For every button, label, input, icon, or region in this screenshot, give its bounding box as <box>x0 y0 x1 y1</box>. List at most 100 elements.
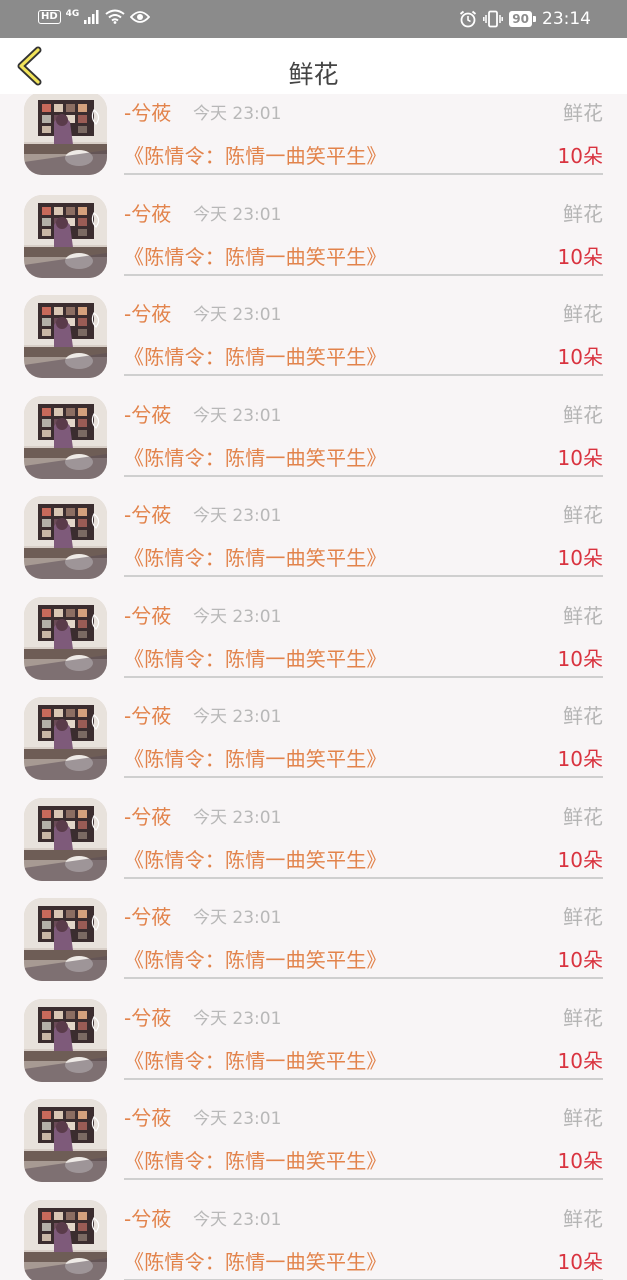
record-time: 今天 23:01 <box>193 1109 282 1129</box>
gift-type: 鲜花 <box>563 704 603 728</box>
gift-count: 10朵 <box>557 1048 603 1073</box>
row-divider <box>124 977 603 979</box>
list-item[interactable]: -兮莜 今天 23:01 鲜花 《陈情令：陈情一曲笑平生》 10朵 <box>0 194 627 296</box>
gift-count: 10朵 <box>557 445 603 470</box>
list-item[interactable]: -兮莜 今天 23:01 鲜花 《陈情令：陈情一曲笑平生》 10朵 <box>0 1099 627 1200</box>
flower-record-list[interactable]: -兮莜 今天 23:01 鲜花 《陈情令：陈情一曲笑平生》 10朵 -兮莜 今天 23:01… <box>0 94 627 1280</box>
avatar-image <box>24 898 107 981</box>
user-name[interactable]: -兮莜 <box>124 604 171 628</box>
page-title: 鲜花 <box>288 60 339 89</box>
list-item[interactable]: -兮莜 今天 23:01 鲜花 《陈情令：陈情一曲笑平生》 10朵 <box>0 1199 627 1280</box>
gift-count: 10朵 <box>557 144 603 168</box>
work-title: 《陈情令：陈情一曲笑平生》 <box>124 445 387 470</box>
gift-count: 10朵 <box>557 1249 603 1274</box>
user-name[interactable]: -兮莜 <box>124 1006 171 1030</box>
gift-count: 10朵 <box>557 345 603 369</box>
wifi-icon <box>105 9 125 24</box>
row-divider <box>124 374 603 376</box>
avatar[interactable] <box>24 395 107 479</box>
work-title: 《陈情令：陈情一曲笑平生》 <box>124 546 387 570</box>
gift-type: 鲜花 <box>563 905 603 929</box>
list-item[interactable]: -兮莜 今天 23:01 鲜花 《陈情令：陈情一曲笑平生》 10朵 <box>0 496 627 597</box>
record-time: 今天 23:01 <box>193 707 282 727</box>
avatar-image <box>24 395 107 479</box>
status-bar: HD 4G 90 23:14 <box>0 0 627 38</box>
list-item[interactable]: -兮莜 今天 23:01 鲜花 《陈情令：陈情一曲笑平生》 10朵 <box>0 998 627 1100</box>
vibrate-icon <box>483 10 504 28</box>
gift-type: 鲜花 <box>563 302 603 326</box>
gift-type: 鲜花 <box>563 1206 603 1231</box>
user-name[interactable]: -兮莜 <box>124 805 171 829</box>
user-name[interactable]: -兮莜 <box>124 1106 171 1130</box>
status-time: 23:14 <box>542 9 591 29</box>
work-title: 《陈情令：陈情一曲笑平生》 <box>124 948 387 972</box>
record-time: 今天 23:01 <box>193 506 282 526</box>
user-name[interactable]: -兮莜 <box>124 302 171 326</box>
avatar-image <box>24 797 107 881</box>
work-title: 《陈情令：陈情一曲笑平生》 <box>124 1149 387 1173</box>
work-title: 《陈情令：陈情一曲笑平生》 <box>124 345 387 369</box>
work-title: 《陈情令：陈情一曲笑平生》 <box>124 646 387 671</box>
avatar[interactable] <box>24 1099 107 1182</box>
avatar[interactable] <box>24 898 107 981</box>
work-title: 《陈情令：陈情一曲笑平生》 <box>124 1249 387 1274</box>
work-title: 《陈情令：陈情一曲笑平生》 <box>124 847 387 872</box>
avatar[interactable] <box>24 194 107 278</box>
avatar-image <box>24 94 107 175</box>
gift-count: 10朵 <box>557 747 603 771</box>
row-divider <box>124 876 603 879</box>
avatar[interactable] <box>24 1199 107 1280</box>
row-divider <box>124 675 603 678</box>
avatar[interactable] <box>24 998 107 1082</box>
row-divider <box>124 173 603 175</box>
avatar-image <box>24 194 107 278</box>
gift-count: 10朵 <box>557 948 603 972</box>
avatar-image <box>24 998 107 1082</box>
avatar-image <box>24 1199 107 1280</box>
alarm-icon <box>460 10 477 28</box>
gift-count: 10朵 <box>557 546 603 570</box>
row-divider <box>124 1178 603 1180</box>
avatar-image <box>24 1099 107 1182</box>
record-time: 今天 23:01 <box>193 1008 282 1029</box>
gift-count: 10朵 <box>557 1149 603 1173</box>
user-name[interactable]: -兮莜 <box>124 503 171 527</box>
work-title: 《陈情令：陈情一曲笑平生》 <box>124 1048 387 1073</box>
row-divider <box>124 474 603 477</box>
list-item[interactable]: -兮莜 今天 23:01 鲜花《陈情令：陈情一曲笑平生》 10朵 <box>0 697 627 798</box>
avatar[interactable] <box>24 596 107 680</box>
list-item[interactable]: -兮莜 今天 23:01 鲜花 《陈情令：陈情一曲笑平生》 10朵 <box>0 395 627 497</box>
avatar-image <box>24 697 107 780</box>
list-item[interactable]: -兮莜 今天 23:01 鲜花 《陈情令：陈情一曲笑平生》 10朵 <box>0 797 627 899</box>
avatar[interactable] <box>24 797 107 881</box>
gift-type: 鲜花 <box>563 201 603 226</box>
avatar[interactable] <box>24 94 107 175</box>
gift-count: 10朵 <box>557 646 603 671</box>
row-divider <box>124 1077 603 1080</box>
row-divider <box>124 575 603 577</box>
row-divider <box>124 273 603 276</box>
list-item[interactable]: -兮莜 今天 23:01 鲜花 《陈情令：陈情一曲笑平生》 10朵 <box>0 596 627 698</box>
list-item[interactable]: -兮莜 今天 23:01 鲜花 《陈情令：陈情一曲笑平生》 10朵 <box>0 295 627 396</box>
user-name[interactable]: -兮莜 <box>124 202 171 226</box>
avatar[interactable] <box>24 697 107 780</box>
work-title: 《陈情令：陈情一曲笑平生》 <box>124 747 387 771</box>
hd-badge: HD <box>38 9 61 24</box>
record-time: 今天 23:01 <box>193 204 282 225</box>
user-name[interactable]: -兮莜 <box>124 1207 171 1231</box>
user-name[interactable]: -兮莜 <box>124 905 171 929</box>
work-title: 《陈情令：陈情一曲笑平生》 <box>124 244 387 269</box>
avatar[interactable] <box>24 496 107 579</box>
record-time: 今天 23:01 <box>193 908 282 928</box>
record-time: 今天 23:01 <box>193 807 282 828</box>
record-time: 今天 23:01 <box>193 606 282 627</box>
user-name[interactable]: -兮莜 <box>124 403 171 427</box>
avatar[interactable] <box>24 295 107 378</box>
list-item[interactable]: -兮莜 今天 23:01 鲜花《陈情令：陈情一曲笑平生》 10朵 <box>0 898 627 999</box>
signal-icon <box>84 9 99 24</box>
user-name[interactable]: -兮莜 <box>124 704 171 728</box>
status-right: 90 23:14 <box>459 9 591 29</box>
list-item[interactable]: -兮莜 今天 23:01 鲜花 《陈情令：陈情一曲笑平生》 10朵 <box>0 94 627 195</box>
avatar-image <box>24 496 107 579</box>
user-name[interactable]: -兮莜 <box>124 101 171 125</box>
